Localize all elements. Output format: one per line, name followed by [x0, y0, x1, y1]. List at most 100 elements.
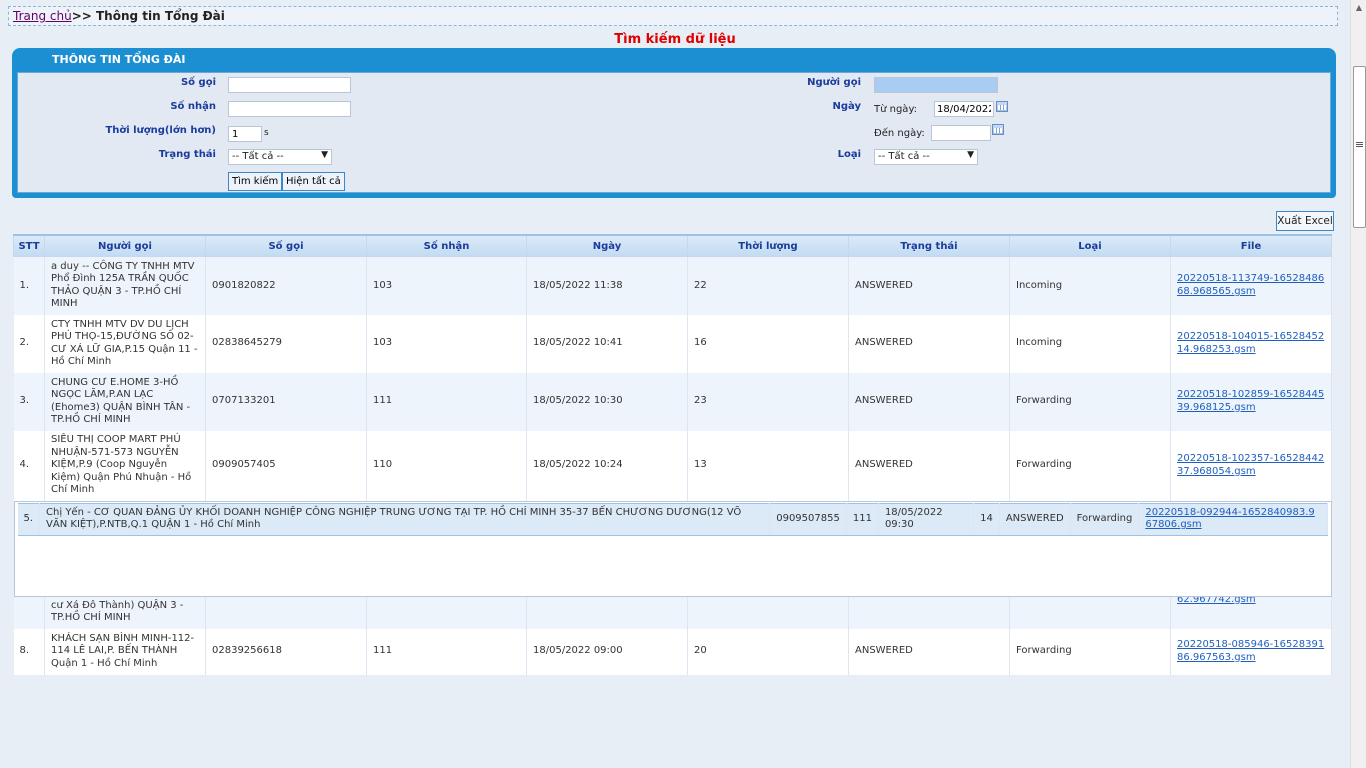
cell-thoi-luong: 20	[687, 628, 849, 675]
cell-so-nhan: 110	[366, 430, 527, 501]
file-link[interactable]: 20220518-104015-1652845214.968253.gsm	[1177, 331, 1324, 355]
cell-so-goi: 02839256618	[205, 628, 367, 675]
header-nguoi-goi[interactable]: Người gọi	[44, 234, 206, 257]
cell-loai: Forwarding	[1009, 628, 1171, 675]
cell-so-goi: 0707133201	[205, 372, 367, 431]
cell-stt: 2.	[13, 314, 45, 373]
header-file[interactable]: File	[1170, 234, 1332, 257]
cell-so-nhan: 111	[846, 502, 879, 536]
header-so-nhan[interactable]: Số nhận	[366, 234, 527, 257]
table-row[interactable]: 1. a duy -- CÔNG TY TNHH MTV Phổ Đình 125…	[13, 256, 1332, 315]
so-nhan-input[interactable]	[228, 101, 351, 117]
cell-file: 20220518-104015-1652845214.968253.gsm	[1170, 314, 1332, 373]
cell-stt: 8.	[13, 628, 45, 675]
calendar-icon[interactable]	[992, 124, 1004, 135]
cell-trang-thai: ANSWERED	[999, 502, 1071, 536]
scroll-up-icon[interactable]: ▲	[1351, 0, 1366, 16]
file-link[interactable]: 20220518-113749-1652848668.968565.gsm	[1177, 273, 1324, 297]
show-all-button[interactable]: Hiện tất cả	[282, 172, 345, 191]
cell-ngay: 18/05/2022 09:00	[526, 628, 688, 675]
file-link[interactable]: 20220518-102859-1652844539.968125.gsm	[1177, 389, 1324, 413]
search-button[interactable]: Tìm kiếm	[228, 172, 283, 191]
cell-thoi-luong: 16	[687, 314, 849, 373]
cell-so-goi: 0909057405	[205, 430, 367, 501]
header-so-goi[interactable]: Số gọi	[205, 234, 367, 257]
cell-trang-thai: ANSWERED	[848, 314, 1010, 373]
cell-stt: 5.	[17, 502, 41, 536]
cell-stt: 4.	[13, 430, 45, 501]
header-loai[interactable]: Loại	[1009, 234, 1171, 257]
cell-nguoi-goi: KHÁCH SẠN BÌNH MINH-112-114 LÊ LAI,P. BẾ…	[44, 628, 206, 675]
cell-ngay: 18/05/2022 10:30	[526, 372, 688, 431]
den-ngay-input[interactable]	[931, 125, 991, 141]
call-log-table: STT Người gọi Số gọi Số nhận Ngày Thời l…	[13, 234, 1332, 675]
search-title: Tìm kiếm dữ liệu	[614, 32, 736, 47]
cell-loai: Forwarding	[1009, 372, 1171, 431]
table-header-row: STT Người gọi Số gọi Số nhận Ngày Thời l…	[13, 234, 1332, 257]
cell-so-nhan: 111	[366, 628, 527, 675]
header-trang-thai[interactable]: Trạng thái	[848, 234, 1010, 257]
header-thoi-luong[interactable]: Thời lượng	[687, 234, 849, 257]
header-ngay[interactable]: Ngày	[526, 234, 688, 257]
breadcrumb-home-link[interactable]: Trang chủ	[13, 9, 72, 23]
thoi-luong-input[interactable]	[228, 126, 262, 142]
so-goi-label: Số gọi	[180, 77, 216, 88]
chevron-down-icon: ▼	[967, 150, 974, 160]
den-ngay-label: Đến ngày:	[874, 128, 925, 139]
loai-selected: -- Tất cả --	[878, 151, 930, 162]
cell-so-goi: 02838645279	[205, 314, 367, 373]
export-excel-button[interactable]: Xuất Excel	[1276, 211, 1334, 231]
cell-so-goi: 0901820822	[205, 256, 367, 315]
tu-ngay-input[interactable]	[934, 101, 994, 117]
file-link[interactable]: 20220518-092944-1652840983.967806.gsm	[1145, 507, 1314, 531]
table-row[interactable]: 2. CTY TNHH MTV DV DU LỊCH PHÚ THỌ-15,ĐƯỜ…	[13, 314, 1332, 373]
breadcrumb-current: >> Thông tin Tổng Đài	[71, 9, 225, 23]
cell-ngay: 18/05/2022 10:24	[526, 430, 688, 501]
cell-nguoi-goi: CHUNG CƯ E.HOME 3-HỒ NGỌC LÃM,P.AN LẠC (…	[44, 372, 206, 431]
header-stt[interactable]: STT	[13, 234, 45, 257]
cell-file: 20220518-102357-1652844237.968054.gsm	[1170, 430, 1332, 501]
cell-thoi-luong: 14	[973, 502, 1000, 536]
loai-select[interactable]: -- Tất cả -- ▼	[874, 149, 978, 165]
file-link[interactable]: 20220518-102357-1652844237.968054.gsm	[1177, 453, 1324, 477]
tu-ngay-label: Từ ngày:	[874, 104, 917, 115]
cell-loai: Incoming	[1009, 314, 1171, 373]
table-row[interactable]: 8. KHÁCH SẠN BÌNH MINH-112-114 LÊ LAI,P. …	[13, 628, 1332, 675]
cell-thoi-luong: 22	[687, 256, 849, 315]
vertical-scrollbar[interactable]: ▲	[1350, 0, 1366, 768]
trang-thai-select[interactable]: -- Tất cả -- ▼	[228, 149, 332, 165]
chevron-down-icon: ▼	[321, 150, 328, 160]
cell-so-nhan: 103	[366, 314, 527, 373]
cell-nguoi-goi: CTY TNHH MTV DV DU LỊCH PHÚ THỌ-15,ĐƯỜNG…	[44, 314, 206, 373]
cell-loai: Forwarding	[1070, 502, 1140, 536]
cell-ngay: 18/05/2022 11:38	[526, 256, 688, 315]
scrollbar-thumb[interactable]	[1353, 66, 1366, 228]
cell-file: 20220518-113749-1652848668.968565.gsm	[1170, 256, 1332, 315]
calendar-icon[interactable]	[996, 101, 1008, 112]
table-row[interactable]: 5. Chị Yến - CƠ QUAN ĐẢNG ỦY KHỐI DOANH N…	[13, 500, 1332, 597]
cell-loai: Forwarding	[1009, 430, 1171, 501]
cell-nguoi-goi: SIÊU THỊ COOP MART PHÚ NHUẬN-571-573 NGU…	[44, 430, 206, 501]
so-nhan-label: Số nhận	[170, 101, 216, 112]
cell-file: 20220518-092944-1652840983.967806.gsm	[1138, 502, 1328, 536]
cell-trang-thai: ANSWERED	[848, 430, 1010, 501]
so-goi-input[interactable]	[228, 77, 351, 93]
cell-trang-thai: ANSWERED	[848, 628, 1010, 675]
cell-so-goi: 0909507855	[769, 502, 847, 536]
loai-label: Loại	[837, 149, 861, 160]
page: Trang chủ>> Thông tin Tổng Đài Tìm kiếm …	[0, 0, 1350, 768]
table-row[interactable]: 3. CHUNG CƯ E.HOME 3-HỒ NGỌC LÃM,P.AN LẠC…	[13, 372, 1332, 431]
cell-ngay: 18/05/2022 09:30	[878, 502, 975, 536]
ngay-label: Ngày	[832, 101, 862, 112]
table-body: 1. a duy -- CÔNG TY TNHH MTV Phổ Đình 125…	[13, 256, 1332, 675]
table-row[interactable]: 4. SIÊU THỊ COOP MART PHÚ NHUẬN-571-573 N…	[13, 430, 1332, 501]
cell-file: 20220518-102859-1652844539.968125.gsm	[1170, 372, 1332, 431]
search-form: Số gọi Số nhận Thời lượng(lớn hơn) s Trạ…	[17, 72, 1331, 193]
cell-trang-thai: ANSWERED	[848, 256, 1010, 315]
nguoi-goi-label: Người gọi	[807, 77, 861, 88]
nguoi-goi-input[interactable]	[874, 77, 998, 93]
file-link[interactable]: 20220518-085946-1652839186.967563.gsm	[1177, 639, 1324, 663]
cell-stt: 3.	[13, 372, 45, 431]
thoi-luong-label: Thời lượng(lớn hơn)	[105, 125, 216, 136]
cell-trang-thai: ANSWERED	[848, 372, 1010, 431]
